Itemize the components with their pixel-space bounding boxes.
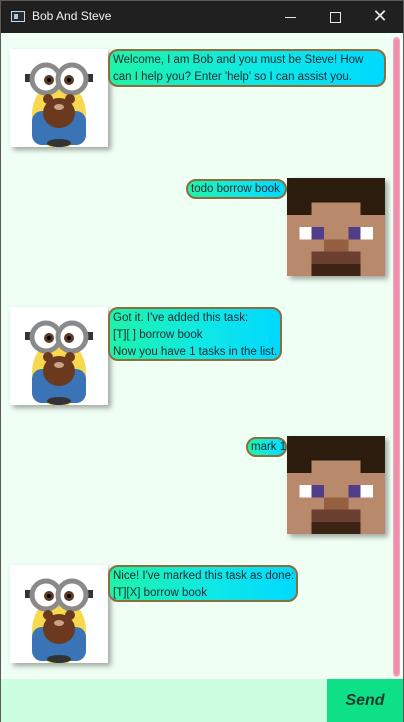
- minion-avatar-icon: [10, 565, 108, 663]
- message-line: [T][X] borrow book: [113, 587, 207, 599]
- message-line: [T][ ] borrow book: [113, 329, 203, 341]
- message-input[interactable]: [5, 682, 327, 722]
- maximize-button[interactable]: [312, 1, 358, 33]
- maximize-icon: [329, 12, 341, 23]
- user-avatar: [287, 178, 385, 276]
- minimize-icon: [284, 17, 296, 18]
- message-line: mark 1: [251, 441, 287, 453]
- message-line: Got it. I've added this task:: [113, 312, 249, 324]
- bot-message-bubble: Welcome, I am Bob and you must be Steve!…: [108, 49, 386, 87]
- chat-area[interactable]: Welcome, I am Bob and you must be Steve!…: [1, 33, 391, 679]
- app-window: Bob And Steve ✕ Welcome, I am Bob and yo…: [0, 0, 404, 722]
- minimize-button[interactable]: [267, 1, 313, 33]
- bot-message-bubble: Got it. I've added this task: [T][ ] bor…: [108, 307, 282, 361]
- message-line: todo borrow book: [191, 183, 280, 195]
- send-button[interactable]: Send: [327, 679, 403, 722]
- steve-avatar-icon: [287, 178, 385, 276]
- bot-avatar: [10, 565, 108, 663]
- user-message-bubble: todo borrow book: [186, 179, 287, 199]
- user-message-bubble: mark 1: [246, 437, 287, 457]
- minion-avatar-icon: [10, 49, 108, 147]
- message-line: Now you have 1 tasks in the list.: [113, 346, 278, 358]
- bot-avatar: [10, 49, 108, 147]
- close-icon: ✕: [372, 6, 388, 27]
- bot-message-bubble: Nice! I've marked this task as done: [T]…: [108, 565, 298, 602]
- message-line: Welcome, I am Bob and you must be Steve!…: [113, 54, 364, 66]
- user-avatar: [287, 436, 385, 534]
- minion-avatar-icon: [10, 307, 108, 405]
- title-bar[interactable]: Bob And Steve ✕: [1, 1, 403, 33]
- message-line: Nice! I've marked this task as done:: [113, 570, 295, 582]
- steve-avatar-icon: [287, 436, 385, 534]
- message-line: can I help you? Enter 'help' so I can as…: [113, 71, 353, 83]
- window-title: Bob And Steve: [32, 9, 112, 23]
- bot-avatar: [10, 307, 108, 405]
- scrollbar-thumb[interactable]: [394, 39, 399, 675]
- app-icon: [11, 11, 25, 22]
- close-button[interactable]: ✕: [357, 1, 403, 33]
